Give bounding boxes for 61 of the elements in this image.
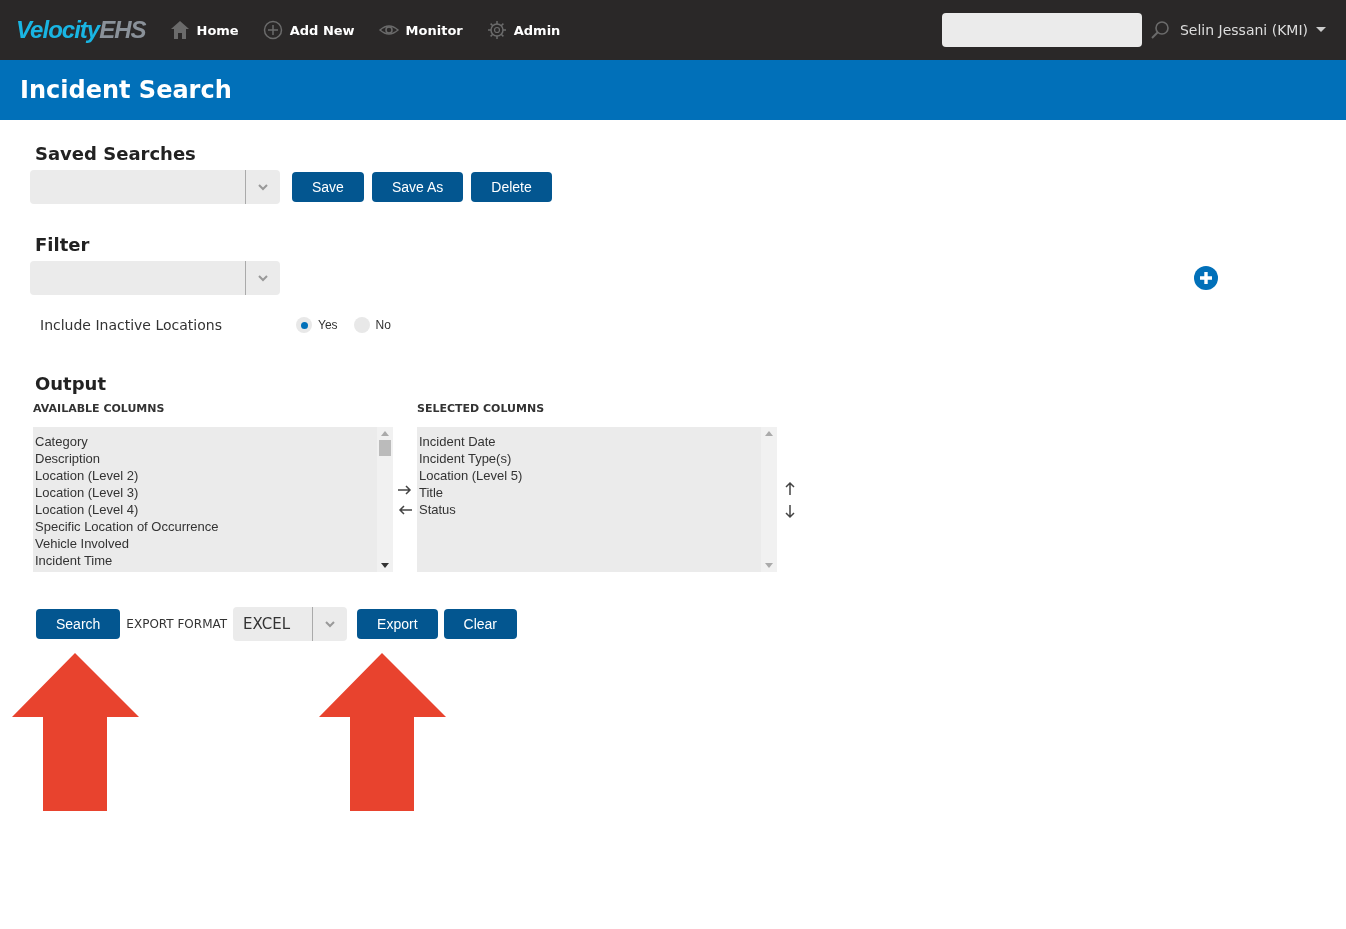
scroll-up-icon (765, 431, 773, 436)
radio-option[interactable]: Yes (296, 317, 338, 333)
list-item[interactable]: Title (419, 484, 761, 501)
chevron-down-icon (257, 274, 269, 282)
column-list[interactable]: Incident Date Incident Type(s) Location (Level 5) Title Status (417, 427, 777, 572)
page-title: Incident Search (20, 76, 232, 104)
list-item[interactable]: Location (Level 2) (35, 467, 377, 484)
plus-circle-icon (262, 20, 283, 40)
export-button[interactable]: Export (357, 609, 438, 639)
clear-button[interactable]: Clear (443, 609, 518, 639)
column-label: AVAILABLE COLUMNS (33, 402, 166, 415)
section-heading: Saved Searches (34, 143, 197, 164)
list-item[interactable]: Incident Time (35, 552, 377, 569)
list-item[interactable]: Category (35, 433, 377, 450)
action-button[interactable]: Save (292, 172, 364, 202)
right-arrow-icon (398, 484, 412, 495)
section-heading: Output (34, 373, 108, 394)
scroll-down-icon (381, 563, 389, 568)
search-icon (1149, 20, 1170, 40)
export-format-dropdown[interactable]: EXCEL (233, 607, 348, 641)
nav-link[interactable]: Add New (262, 20, 355, 40)
up-arrow-icon (785, 480, 795, 495)
search-field[interactable] (941, 13, 1142, 47)
list-item[interactable]: Status (419, 501, 761, 518)
scroll-down-icon (765, 563, 773, 568)
radio-option[interactable]: No (353, 317, 391, 333)
down-arrow-icon (785, 504, 795, 519)
column-list[interactable]: Category Description Location (Level 2) Location (Level 3) Location (Level 4) Specific Location of Occurrence Vehicle Involved Incident Time (33, 427, 393, 572)
list-item[interactable]: Vehicle Involved (35, 535, 377, 552)
user-menu[interactable]: Selin Jessani (KMI) (1179, 22, 1326, 38)
scrollbar[interactable] (377, 427, 393, 572)
list-item[interactable]: Incident Type(s) (419, 450, 761, 467)
nav-link[interactable]: Home (169, 20, 239, 40)
filter-dropdown[interactable] (30, 261, 280, 295)
scrollbar[interactable] (761, 427, 777, 572)
list-item[interactable]: Location (Level 5) (419, 467, 761, 484)
list-item[interactable]: Description (35, 450, 377, 467)
list-item[interactable]: Location (Level 4) (35, 501, 377, 518)
field-label: EXPORT FORMAT (126, 617, 228, 631)
nav-link[interactable]: Admin (486, 20, 561, 40)
left-arrow-icon (398, 504, 412, 515)
scroll-up-icon (381, 431, 389, 436)
field-label: Include Inactive Locations (40, 317, 223, 333)
list-item[interactable]: Incident Date (419, 433, 761, 450)
chevron-down-icon (257, 183, 269, 191)
action-button[interactable]: Save As (371, 172, 464, 202)
home-icon (169, 20, 190, 40)
search-button[interactable]: Search (36, 609, 121, 639)
action-button[interactable]: Delete (471, 172, 552, 202)
add-circle-icon (1194, 266, 1218, 290)
logo[interactable]: VelocityEHS (16, 16, 146, 44)
gear-icon (486, 20, 507, 40)
column-label: SELECTED COLUMNS (417, 402, 546, 415)
list-item[interactable]: Specific Location of Occurrence (35, 518, 377, 535)
section-heading: Filter (34, 234, 91, 255)
list-item[interactable]: Location (Level 3) (35, 484, 377, 501)
chevron-down-icon (324, 620, 337, 628)
saved-search-dropdown[interactable] (30, 170, 280, 204)
nav-link[interactable]: Monitor (378, 20, 463, 40)
scroll-thumb[interactable] (379, 440, 391, 456)
caret-icon (1316, 27, 1326, 33)
